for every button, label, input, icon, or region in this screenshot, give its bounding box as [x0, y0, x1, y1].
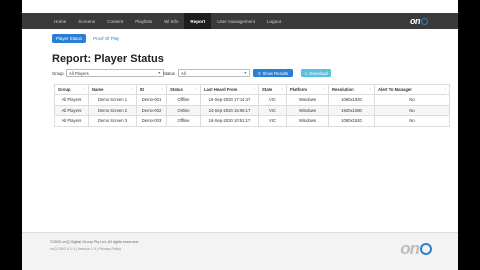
- column-header-status[interactable]: Status ↕: [166, 84, 201, 95]
- download-button[interactable]: ⇩ Download: [301, 69, 331, 77]
- cell-state: VIC: [258, 104, 287, 116]
- sort-icon: ↕: [281, 87, 283, 91]
- cell-alert-to-manager: No: [374, 104, 450, 116]
- nav-item-playlists[interactable]: Playlists: [129, 13, 158, 29]
- sort-icon: ↕: [161, 87, 163, 91]
- cell-name: Demo Screen 1: [88, 94, 137, 106]
- cell-resolution: 1080x1920: [328, 94, 375, 106]
- cell-id: Demo-001: [136, 94, 167, 106]
- tab-proof-of-play[interactable]: Proof Of Play: [89, 34, 123, 43]
- cell-last-heard-from: 16-Sep-2020 17:14:47: [200, 94, 259, 106]
- version-text: onQ CMS V.1.4 | Version 1.0 | Privacy Po…: [50, 247, 122, 251]
- nav-item-content[interactable]: Content: [101, 13, 129, 29]
- nav-item-logout[interactable]: Logout: [261, 13, 287, 29]
- table-row: All Players Demo Screen 1 Demo-001 Offli…: [54, 94, 450, 106]
- cell-last-heard-from: 24-Sep-2020 15:08:17: [200, 104, 259, 116]
- cell-alert-to-manager: No: [374, 115, 450, 127]
- show-results-button[interactable]: ⚲ Show Results: [253, 69, 293, 77]
- table-row: All Players Demo Screen 2 Demo-002 Onlin…: [54, 104, 450, 116]
- footer-logo: on: [400, 239, 432, 259]
- cell-group: All Players: [54, 94, 89, 106]
- cell-resolution: 1920x1080: [328, 104, 375, 116]
- group-select[interactable]: All Players ▼: [66, 69, 164, 77]
- cell-group: All Players: [54, 115, 89, 127]
- sort-icon: ↕: [253, 87, 255, 91]
- cell-id: Demo-003: [136, 115, 167, 127]
- cell-state: VIC: [258, 94, 287, 106]
- logo-q-icon: [420, 243, 432, 255]
- status-label: Status: [163, 70, 175, 76]
- cell-name: Demo Screen 3: [88, 115, 137, 127]
- nav-menu: Home Screens Content Playlists Wi Info R…: [48, 13, 287, 29]
- report-tabs: Player Status Proof Of Play: [52, 34, 123, 43]
- page-title: Report: Player Status: [52, 53, 164, 65]
- filter-bar: Group All Players ▼ Status All ▼ ⚲ Show …: [52, 69, 352, 78]
- nav-item-user-management[interactable]: User management: [211, 13, 261, 29]
- chevron-down-icon: ▼: [157, 71, 161, 76]
- cell-state: VIC: [258, 115, 287, 127]
- cell-alert-to-manager: No: [374, 94, 450, 106]
- column-header-resolution[interactable]: Resolution ↕: [328, 84, 375, 95]
- sort-icon: ↕: [83, 87, 85, 91]
- table-row: All Players Demo Screen 3 Demo-003 Offli…: [54, 115, 450, 127]
- cell-id: Demo-002: [136, 104, 167, 116]
- logo-q-icon: [421, 17, 428, 25]
- page-footer: ©2020 onQ Digital Group Pty Ltd. All rig…: [22, 232, 458, 270]
- nav-item-screens[interactable]: Screens: [72, 13, 101, 29]
- chevron-down-icon: ▼: [243, 71, 247, 76]
- cell-status: Offline: [166, 115, 201, 127]
- column-header-name[interactable]: Name ↕: [88, 84, 137, 95]
- group-select-value: All Players: [69, 71, 89, 77]
- search-icon: ⚲: [257, 70, 261, 76]
- cell-platform: Windows: [286, 104, 329, 116]
- cell-status: Online: [166, 104, 201, 116]
- cell-status: Offline: [166, 94, 201, 106]
- cell-group: All Players: [54, 104, 89, 116]
- brand-logo[interactable]: on: [410, 15, 428, 27]
- download-icon: ⇩: [304, 70, 308, 76]
- cell-platform: Windows: [286, 94, 329, 106]
- browser-page: Home Screens Content Playlists Wi Info R…: [22, 0, 458, 270]
- column-header-state[interactable]: State ↕: [258, 84, 287, 95]
- download-label: Download: [309, 70, 328, 76]
- nav-item-report[interactable]: Report: [184, 13, 212, 29]
- sort-icon: ↕: [444, 87, 446, 91]
- tab-player-status[interactable]: Player Status: [52, 34, 87, 43]
- show-results-label: Show Results: [262, 70, 289, 76]
- nav-item-home[interactable]: Home: [48, 13, 72, 29]
- player-status-table: Group ↕ Name ↕ ID ↕ Status ↕ Last Heard From…: [54, 84, 450, 127]
- copyright-text: ©2020 onQ Digital Group Pty Ltd. All rig…: [50, 240, 139, 244]
- column-header-last-heard-from[interactable]: Last Heard From ↕: [200, 84, 259, 95]
- cell-name: Demo Screen 2: [88, 104, 137, 116]
- cell-resolution: 1080x1920: [328, 115, 375, 127]
- column-header-platform[interactable]: Platform ↕: [286, 84, 329, 95]
- cell-last-heard-from: 16-Sep-2020 10:51:17: [200, 115, 259, 127]
- footer-logo-text: on: [400, 239, 420, 258]
- column-header-id[interactable]: ID ↕: [136, 84, 167, 95]
- group-label: Group: [52, 70, 64, 76]
- nav-item-wi-info[interactable]: Wi Info: [158, 13, 184, 29]
- top-navbar: Home Screens Content Playlists Wi Info R…: [22, 13, 458, 29]
- cell-platform: Windows: [286, 115, 329, 127]
- logo-text: on: [410, 16, 421, 26]
- column-header-alert-to-manager[interactable]: Alert To Manager ↕: [374, 84, 450, 95]
- sort-icon: ↕: [369, 87, 371, 91]
- sort-icon: ↕: [131, 87, 133, 91]
- column-header-group[interactable]: Group ↕: [54, 84, 89, 95]
- sort-icon: ↕: [195, 87, 197, 91]
- status-select-value: All: [181, 71, 186, 77]
- status-select[interactable]: All ▼: [178, 69, 250, 77]
- table-header-row: Group ↕ Name ↕ ID ↕ Status ↕ Last Heard From…: [54, 84, 450, 95]
- sort-icon: ↕: [323, 87, 325, 91]
